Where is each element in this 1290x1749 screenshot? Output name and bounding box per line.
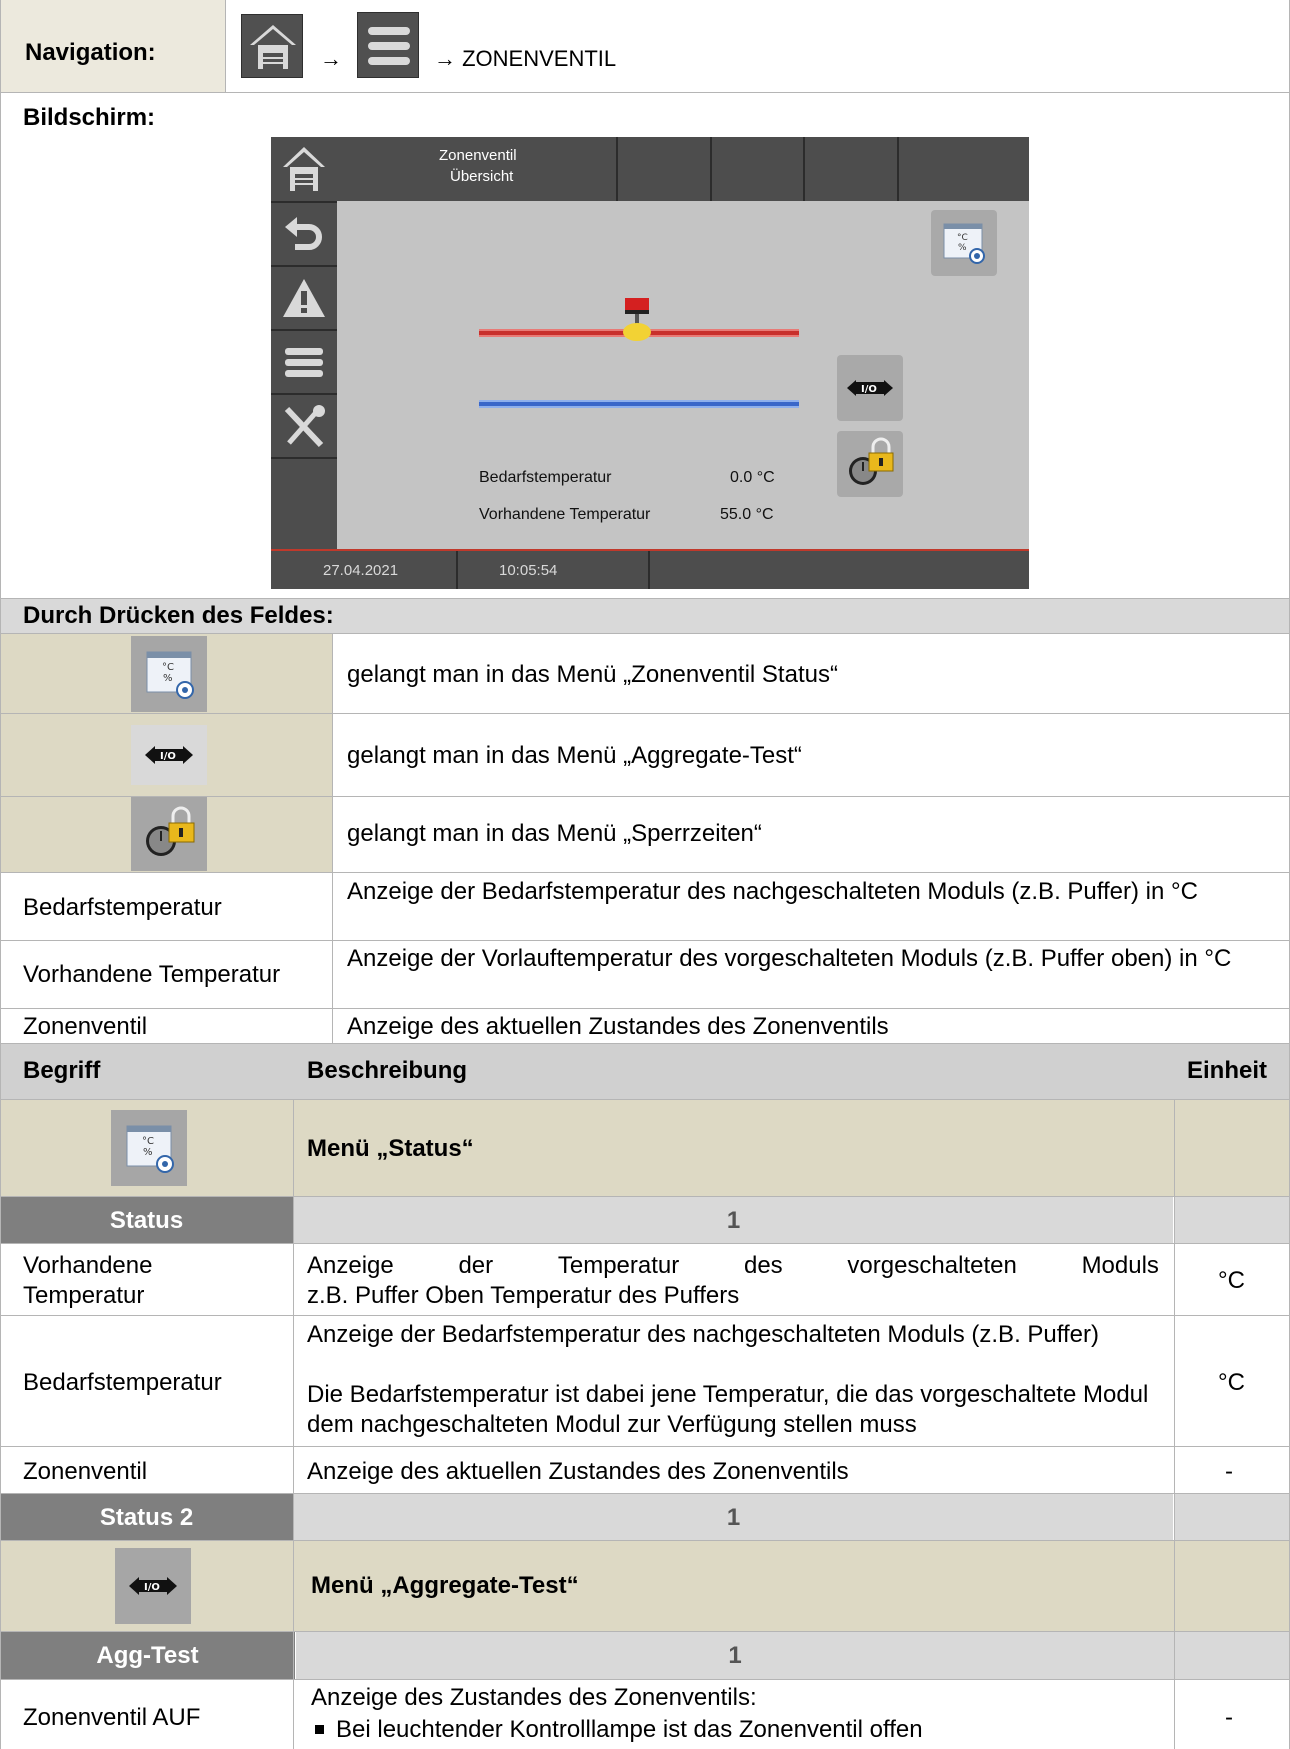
screen-lock-button[interactable] <box>837 431 903 497</box>
row-vorhanden-unit: °C <box>1218 1267 1245 1294</box>
press-row5-term: Vorhandene Temperatur <box>23 961 281 988</box>
screen-tools-icon[interactable] <box>271 395 337 457</box>
svg-text:°C: °C <box>162 662 174 673</box>
menu-icon[interactable] <box>357 12 419 78</box>
menu-status-icon[interactable]: °C % <box>111 1110 187 1186</box>
screen-status-button[interactable]: °C % <box>931 210 997 276</box>
screen-home-icon[interactable] <box>271 137 337 201</box>
press-section-label: Durch Drücken des Feldes: <box>23 602 334 629</box>
navigation-label-cell: Navigation: <box>0 0 225 92</box>
screen-warning-icon[interactable] <box>271 267 337 329</box>
header-term: Begriff <box>23 1057 101 1084</box>
row-agg-term: Zonenventil AUF <box>23 1704 201 1731</box>
svg-text:%: % <box>163 673 173 684</box>
status2-num: 1 <box>726 1504 741 1531</box>
menu-agg-icon[interactable]: I/O <box>115 1548 191 1624</box>
screen-bedarf-label: Bedarfstemperatur <box>479 469 612 486</box>
row-bedarf-term: Bedarfstemperatur <box>23 1369 222 1396</box>
row-vorhanden-term: Vorhandene Temperatur <box>23 1252 153 1309</box>
status-num: 1 <box>726 1207 741 1234</box>
agg-label: Agg-Test <box>96 1642 199 1669</box>
screen-vorhanden-value: 55.0 °C <box>720 506 774 523</box>
press-row4-term: Bedarfstemperatur <box>23 894 222 921</box>
svg-text:%: % <box>143 1147 153 1158</box>
screen-footer: 27.04.2021 10:05:54 <box>271 549 1029 589</box>
agg-label-cell: Agg-Test <box>0 1632 295 1679</box>
screen-io-label: I/O <box>861 384 877 395</box>
screen-date: 27.04.2021 <box>323 562 399 579</box>
menu-status-title: Menü „Status“ <box>307 1135 474 1162</box>
blue-pipe <box>479 400 799 408</box>
svg-text:°C: °C <box>142 1136 154 1147</box>
row-agg-bullet: Bei leuchtender Kontrolllampe ist das Zo… <box>336 1716 923 1743</box>
svg-text:I/O: I/O <box>144 1582 160 1593</box>
navigation-path-cell: → → ZONENVENTIL <box>225 0 1290 92</box>
zone-valve[interactable] <box>621 298 653 344</box>
menu-agg-title: Menü „Aggregate-Test“ <box>311 1572 579 1599</box>
screen-bedarf-value: 0.0 °C <box>730 469 775 486</box>
bullet-icon <box>315 1725 324 1734</box>
row-bedarf-desc: Anzeige der Bedarfstemperatur des nachge… <box>307 1321 1099 1348</box>
svg-text:°C: °C <box>957 233 968 243</box>
status2-label: Status 2 <box>99 1504 194 1531</box>
screen-header: Zonenventil Übersicht <box>337 137 1029 201</box>
row-agg-desc: Anzeige des Zustandes des Zonenventils: <box>311 1684 757 1711</box>
lock-clock-icon[interactable] <box>131 797 207 871</box>
status-label: Status <box>109 1207 184 1234</box>
row-zonenventil-unit: - <box>1225 1458 1233 1485</box>
screen-title-line1: Zonenventil <box>439 147 517 164</box>
home-icon[interactable] <box>241 14 303 78</box>
agg-num-cell: 1 <box>296 1632 1174 1679</box>
status2-label-cell: Status 2 <box>0 1494 293 1540</box>
table-header-row <box>0 1044 1290 1099</box>
nav-arrow: → <box>320 46 342 71</box>
row-zonenventil-term: Zonenventil <box>23 1458 148 1485</box>
screen-menu-icon[interactable] <box>271 331 337 393</box>
nav-path-text: → ZONENVENTIL <box>434 46 617 71</box>
io-icon[interactable]: I/O <box>131 725 207 785</box>
row-agg-unit: - <box>1225 1704 1233 1731</box>
screen-time: 10:05:54 <box>499 562 558 579</box>
header-desc: Beschreibung <box>307 1057 468 1084</box>
press-row1-text: gelangt man in das Menü „Zonenventil Sta… <box>347 661 838 688</box>
status-label-cell: Status <box>0 1197 293 1243</box>
device-screen: Zonenventil Übersicht Bedarfstemperatur … <box>271 137 1029 589</box>
row-zonenventil-desc: Anzeige des aktuellen Zustandes des Zone… <box>307 1458 849 1485</box>
screen-sidebar <box>271 137 337 549</box>
press-row5-text: Anzeige der Vorlauftemperatur des vorges… <box>347 945 1232 972</box>
screen-io-button[interactable]: I/O <box>837 355 903 421</box>
row-vorhanden-desc1: Anzeige der Temperatur des vorgeschalteten Mo… <box>307 1252 1159 1279</box>
header-unit: Einheit <box>1187 1057 1268 1084</box>
screen-section-label: Bildschirm: <box>23 104 156 131</box>
status2-num-cell: 1 <box>294 1494 1173 1540</box>
row-bedarf-unit: °C <box>1218 1369 1245 1396</box>
press-row6-text: Anzeige des aktuellen Zustandes des Zone… <box>347 1013 889 1040</box>
status-icon[interactable]: °C % <box>131 636 207 712</box>
screen-title-line2: Übersicht <box>450 168 514 185</box>
navigation-label: Navigation: <box>25 39 156 66</box>
row-bedarf-desc-b: Die Bedarfstemperatur ist dabei jene Tem… <box>307 1381 1149 1438</box>
row-vorhanden-desc2: z.B. Puffer Oben Temperatur des Puffers <box>307 1282 740 1309</box>
status-num-cell: 1 <box>294 1197 1173 1243</box>
press-row6-term: Zonenventil <box>23 1013 148 1040</box>
press-row4-text: Anzeige der Bedarfstemperatur des nachge… <box>347 878 1198 905</box>
svg-text:I/O: I/O <box>160 751 176 762</box>
screen-back-icon[interactable] <box>271 203 337 265</box>
press-row2-text: gelangt man in das Menü „Aggregate-Test“ <box>347 742 802 769</box>
screen-vorhanden-label: Vorhandene Temperatur <box>479 506 651 523</box>
svg-text:%: % <box>958 243 967 253</box>
press-row3-text: gelangt man in das Menü „Sperrzeiten“ <box>347 820 762 847</box>
agg-num: 1 <box>728 1642 742 1669</box>
